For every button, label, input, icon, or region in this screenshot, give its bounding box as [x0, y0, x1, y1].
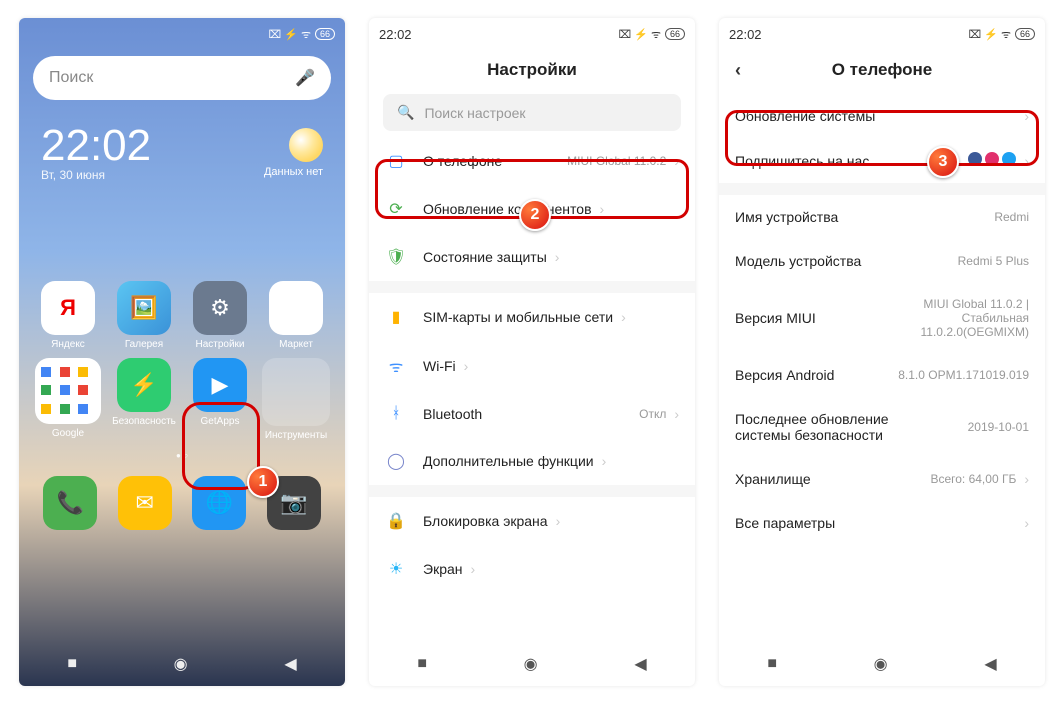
- dock-phone[interactable]: 📞: [43, 476, 97, 530]
- refresh-icon: ⟳: [385, 199, 407, 219]
- step-badge-3: 3: [927, 146, 959, 178]
- app-security[interactable]: ⚡ Безопасность: [109, 358, 179, 441]
- about-list: Обновление системы › Подпишитесь на нас …: [719, 90, 1045, 549]
- dock-browser[interactable]: 🌐: [192, 476, 246, 530]
- row-storage[interactable]: Хранилище Всего: 64,00 ГБ ›: [719, 457, 1045, 501]
- row-security-patch[interactable]: Последнее обновление системы безопасност…: [719, 397, 1045, 457]
- row-miui-version[interactable]: Версия MIUI MIUI Global 11.0.2 | Стабиль…: [719, 283, 1045, 353]
- nav-home-icon[interactable]: ◉: [524, 654, 538, 674]
- step-badge-1: 1: [247, 466, 279, 498]
- chevron-right-icon: ›: [556, 513, 561, 529]
- row-lockscreen[interactable]: 🔒 Блокировка экрана ›: [369, 497, 695, 545]
- app-gallery[interactable]: 🖼️ Галерея: [109, 281, 179, 350]
- row-device-model[interactable]: Модель устройства Redmi 5 Plus: [719, 239, 1045, 283]
- row-bluetooth[interactable]: ᚼ Bluetooth Откл ›: [369, 391, 695, 437]
- app-getapps[interactable]: ▶ GetApps: [185, 358, 255, 441]
- battery-percent: 66: [315, 28, 335, 40]
- row-android-version[interactable]: Версия Android 8.1.0 OPM1.171019.019: [719, 353, 1045, 397]
- settings-title: Настройки: [369, 46, 695, 90]
- chevron-right-icon: ›: [555, 249, 560, 265]
- about-title: ‹ О телефоне: [719, 46, 1045, 90]
- search-icon: 🔍: [397, 104, 414, 121]
- row-protection[interactable]: 🛡 Состояние защиты ›: [369, 233, 695, 281]
- row-system-update[interactable]: Обновление системы ›: [719, 94, 1045, 138]
- chevron-right-icon: ›: [674, 406, 679, 422]
- nav-home-icon[interactable]: ◉: [874, 654, 888, 674]
- home-screen: ⌧ ⚡ ᯤ 66 Поиск 🎤 22:02 Вт, 30 июня Данны…: [19, 18, 345, 686]
- search-bar[interactable]: Поиск 🎤: [33, 56, 331, 100]
- bluetooth-icon: ᚼ: [385, 405, 407, 423]
- app-yandex[interactable]: Я Яндекс: [33, 281, 103, 350]
- app-market[interactable]: ▶ Маркет: [261, 281, 331, 350]
- status-time: 22:02: [379, 27, 412, 42]
- nav-bar: ■ ◉ ◀: [719, 642, 1045, 686]
- extras-icon: ◯: [385, 451, 407, 471]
- settings-search[interactable]: 🔍 Поиск настроек: [383, 94, 681, 131]
- chevron-right-icon: ›: [1024, 153, 1029, 169]
- weather-text: Данных нет: [264, 166, 323, 178]
- phone-icon: ▢: [385, 151, 407, 171]
- app-tools[interactable]: Инструменты: [261, 358, 331, 441]
- clock-widget[interactable]: 22:02 Вт, 30 июня Данных нет: [41, 124, 323, 182]
- chevron-right-icon: ›: [471, 561, 476, 577]
- dock: 📞 ✉ 🌐 📷: [19, 466, 345, 544]
- status-bar: 22:02 ⌧ ⚡ ᯤ 66: [719, 18, 1045, 46]
- back-icon[interactable]: ‹: [735, 60, 741, 81]
- battery-percent: 66: [1015, 28, 1035, 40]
- row-display[interactable]: ☀ Экран ›: [369, 545, 695, 593]
- nav-back-icon[interactable]: ◀: [984, 654, 996, 674]
- row-sim[interactable]: ▮ SIM-карты и мобильные сети ›: [369, 293, 695, 341]
- status-icons: ⌧ ⚡ ᯤ: [618, 27, 661, 42]
- status-icons: ⌧ ⚡ ᯤ: [968, 27, 1011, 42]
- settings-search-placeholder: Поиск настроек: [424, 105, 525, 121]
- wifi-icon: ᯤ: [385, 355, 407, 377]
- row-wifi[interactable]: ᯤ Wi-Fi ›: [369, 341, 695, 391]
- chevron-right-icon: ›: [621, 309, 626, 325]
- status-bar: ⌧ ⚡ ᯤ 66: [19, 18, 345, 46]
- dock-messages[interactable]: ✉: [118, 476, 172, 530]
- weather-widget[interactable]: Данных нет: [264, 128, 323, 178]
- lock-icon: 🔒: [385, 511, 407, 531]
- app-google[interactable]: Google: [33, 358, 103, 441]
- sun-icon: [289, 128, 323, 162]
- row-follow-us[interactable]: Подпишитесь на нас ›: [719, 138, 1045, 183]
- battery-percent: 66: [665, 28, 685, 40]
- clock-date: Вт, 30 июня: [41, 168, 151, 182]
- display-icon: ☀: [385, 559, 407, 579]
- clock-time: 22:02: [41, 124, 151, 168]
- nav-back-icon[interactable]: ◀: [634, 654, 646, 674]
- nav-bar: ■ ◉ ◀: [369, 642, 695, 686]
- nav-recents-icon[interactable]: ■: [767, 655, 777, 673]
- nav-bar: ■ ◉ ◀: [19, 642, 345, 686]
- row-extras[interactable]: ◯ Дополнительные функции ›: [369, 437, 695, 485]
- app-grid: Я Яндекс 🖼️ Галерея ⚙ Настройки ▶ Маркет…: [19, 281, 345, 447]
- chevron-right-icon: ›: [602, 453, 607, 469]
- search-placeholder: Поиск: [49, 69, 93, 87]
- step-badge-2: 2: [519, 199, 551, 231]
- page-indicator: ● ○: [19, 447, 345, 466]
- battery-icon: ⌧ ⚡ ᯤ: [268, 27, 311, 42]
- chevron-right-icon: ›: [464, 358, 469, 374]
- row-all-specs[interactable]: Все параметры ›: [719, 501, 1045, 545]
- nav-back-icon[interactable]: ◀: [284, 654, 296, 674]
- app-settings[interactable]: ⚙ Настройки: [185, 281, 255, 350]
- chevron-right-icon: ›: [600, 201, 605, 217]
- mic-icon[interactable]: 🎤: [295, 68, 315, 88]
- status-time: 22:02: [729, 27, 762, 42]
- shield-icon: 🛡: [385, 247, 407, 267]
- nav-recents-icon[interactable]: ■: [417, 655, 427, 673]
- chevron-right-icon: ›: [1024, 108, 1029, 124]
- sim-icon: ▮: [385, 307, 407, 327]
- chevron-right-icon: ›: [1024, 471, 1029, 487]
- social-icons: [968, 152, 1017, 169]
- nav-recents-icon[interactable]: ■: [67, 655, 77, 673]
- chevron-right-icon: ›: [674, 153, 679, 169]
- status-bar: 22:02 ⌧ ⚡ ᯤ 66: [369, 18, 695, 46]
- settings-screen: 22:02 ⌧ ⚡ ᯤ 66 Настройки 🔍 Поиск настрое…: [369, 18, 695, 686]
- about-phone-screen: 22:02 ⌧ ⚡ ᯤ 66 ‹ О телефоне Обновление с…: [719, 18, 1045, 686]
- chevron-right-icon: ›: [1024, 515, 1029, 531]
- row-device-name[interactable]: Имя устройства Redmi: [719, 195, 1045, 239]
- row-about-phone[interactable]: ▢ О телефоне MIUI Global 11.0.2 ›: [369, 137, 695, 185]
- nav-home-icon[interactable]: ◉: [174, 654, 188, 674]
